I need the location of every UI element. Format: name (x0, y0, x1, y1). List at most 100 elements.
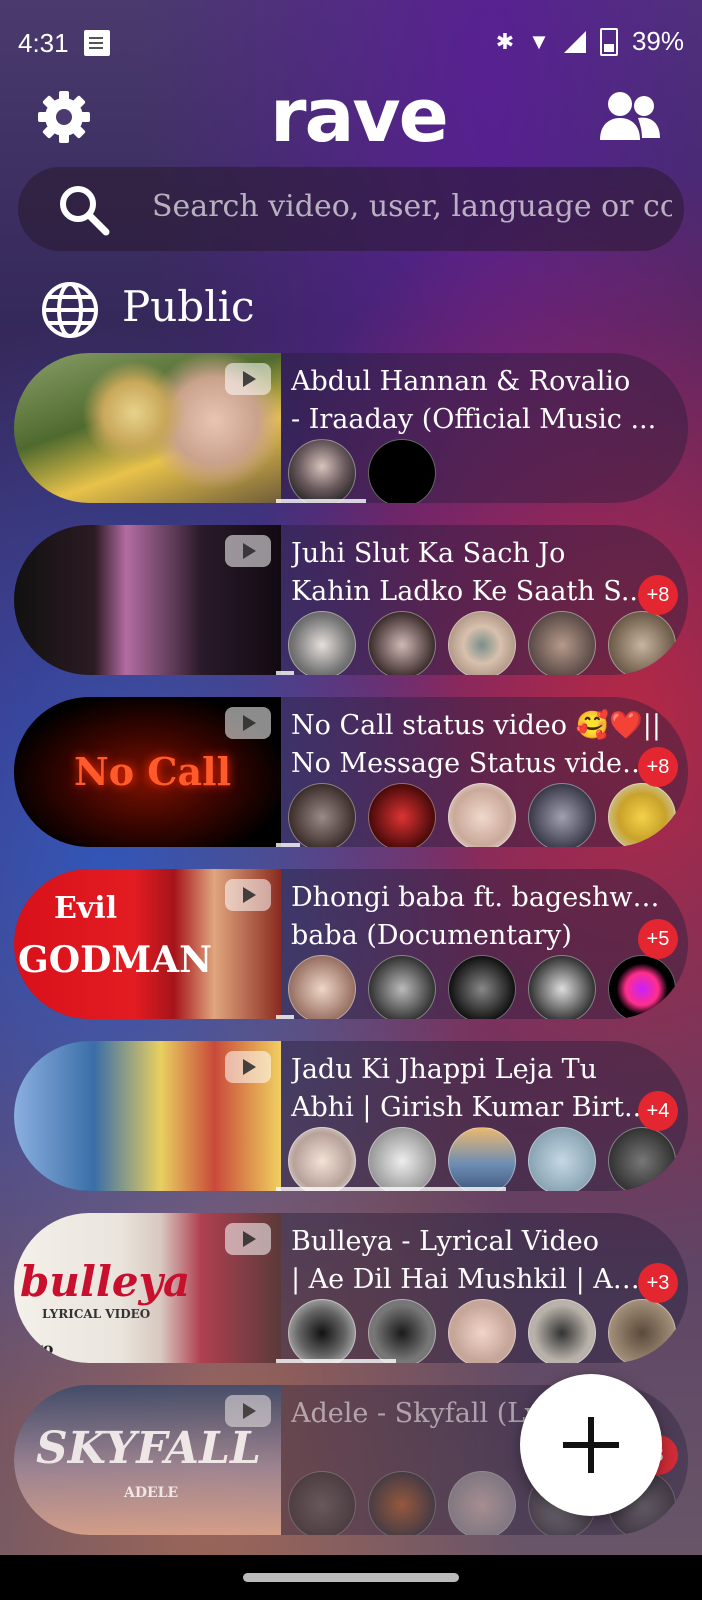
avatar[interactable] (448, 611, 516, 675)
thumbnail-text: GODMAN (18, 939, 213, 981)
avatar[interactable] (288, 1127, 356, 1191)
avatar[interactable] (528, 611, 596, 675)
video-card[interactable]: Evil GODMAN Dhongi baba ft. bageshwar ba… (14, 869, 688, 1019)
wifi-icon: ▼ (528, 28, 550, 54)
video-title-line: - Iraaday (Official Music ... (291, 404, 657, 435)
battery-percent: 39% (631, 26, 684, 56)
search-input[interactable]: Search video, user, language or cou (152, 189, 672, 224)
avatar[interactable] (528, 955, 596, 1019)
video-title-line: Abdul Hannan & Rovalio (291, 366, 631, 397)
video-title-line: No Message Status video... (291, 748, 661, 779)
avatar[interactable] (448, 955, 516, 1019)
more-viewers-badge[interactable]: +8 (638, 747, 678, 787)
signal-icon (563, 30, 586, 53)
avatar[interactable] (368, 611, 436, 675)
thumbnail-text: Evil (54, 891, 118, 926)
video-thumbnail[interactable]: SKYFALL ADELE (14, 1385, 281, 1535)
video-thumbnail[interactable]: No Call (14, 697, 281, 847)
avatar[interactable] (448, 1299, 516, 1363)
thumbnail-text: vevo (14, 1339, 54, 1358)
avatar[interactable] (528, 783, 596, 847)
video-card[interactable]: Juhi Slut Ka Sach Jo Kahin Ladko Ke Saat… (14, 525, 688, 675)
video-thumbnail[interactable] (14, 353, 281, 503)
avatar[interactable] (528, 1299, 596, 1363)
video-title-line: Abhi | Girish Kumar Birt... (291, 1092, 650, 1123)
home-handle[interactable] (243, 1573, 459, 1582)
thumbnail-text: bulleya (20, 1257, 191, 1306)
video-thumbnail[interactable]: bulleya LYRICAL VIDEO vevo (14, 1213, 281, 1363)
video-card[interactable]: Abdul Hannan & Rovalio - Iraaday (Offici… (14, 353, 688, 503)
viewer-avatars (288, 783, 676, 847)
avatar[interactable] (448, 1471, 516, 1535)
viewer-avatars (288, 611, 676, 675)
progress-bar (276, 1015, 294, 1019)
video-title-line: | Ae Dil Hai Mushkil | Am... (291, 1264, 661, 1295)
more-viewers-badge[interactable]: +5 (638, 919, 678, 959)
video-title-line: Dhongi baba ft. bageshwar (291, 882, 661, 913)
avatar[interactable] (368, 439, 436, 503)
avatar[interactable] (608, 783, 676, 847)
video-title-line: Juhi Slut Ka Sach Jo (291, 538, 566, 569)
video-title: Dhongi baba ft. bageshwar baba (Document… (291, 879, 661, 955)
video-card[interactable]: No Call No Call status video 🥰❤️|| No Me… (14, 697, 688, 847)
avatar[interactable] (288, 439, 356, 503)
section-title: Public (122, 282, 255, 331)
viewer-avatars (288, 1127, 676, 1191)
avatar[interactable] (448, 783, 516, 847)
avatar[interactable] (608, 611, 676, 675)
thumbnail-text: No Call (74, 749, 232, 794)
avatar[interactable] (528, 1127, 596, 1191)
video-title-line: baba (Documentary) (291, 920, 572, 951)
status-time: 4:31 (18, 28, 69, 58)
avatar[interactable] (608, 955, 676, 1019)
thumbnail-text: ADELE (124, 1485, 179, 1501)
navigation-bar (0, 1555, 702, 1600)
video-card[interactable]: Jadu Ki Jhappi Leja Tu Abhi | Girish Kum… (14, 1041, 688, 1191)
search-icon (60, 186, 110, 236)
progress-bar (276, 1187, 506, 1191)
video-title-line: Jadu Ki Jhappi Leja Tu (291, 1054, 598, 1085)
video-title: Abdul Hannan & Rovalio - Iraaday (Offici… (291, 363, 661, 439)
video-title: Juhi Slut Ka Sach Jo Kahin Ladko Ke Saat… (291, 535, 661, 611)
more-viewers-badge[interactable]: +8 (638, 575, 678, 615)
youtube-icon (225, 535, 271, 567)
status-icons: ✱ ▼ 39% (496, 26, 684, 57)
search-bar[interactable]: Search video, user, language or cou (18, 167, 684, 251)
video-title: Jadu Ki Jhappi Leja Tu Abhi | Girish Kum… (291, 1051, 661, 1127)
video-thumbnail[interactable] (14, 525, 281, 675)
video-title-line: Kahin Ladko Ke Saath S... (291, 576, 647, 607)
avatar[interactable] (288, 783, 356, 847)
youtube-icon (225, 1223, 271, 1255)
avatar[interactable] (368, 955, 436, 1019)
youtube-icon (225, 363, 271, 395)
progress-bar (276, 671, 294, 675)
bluetooth-icon: ✱ (495, 28, 515, 54)
avatar[interactable] (368, 1127, 436, 1191)
avatar[interactable] (608, 1299, 676, 1363)
video-title-line: Bulleya - Lyrical Video (291, 1226, 599, 1257)
more-viewers-badge[interactable]: +3 (638, 1263, 678, 1303)
video-thumbnail[interactable]: Evil GODMAN (14, 869, 281, 1019)
avatar[interactable] (608, 1127, 676, 1191)
more-viewers-badge[interactable]: +4 (638, 1091, 678, 1131)
battery-icon (599, 27, 618, 56)
avatar[interactable] (288, 611, 356, 675)
progress-bar (276, 843, 300, 847)
viewer-avatars (288, 439, 436, 503)
document-icon (84, 30, 110, 56)
gear-icon[interactable] (36, 89, 92, 145)
avatar[interactable] (368, 1299, 436, 1363)
avatar[interactable] (288, 955, 356, 1019)
youtube-icon (225, 707, 271, 739)
video-thumbnail[interactable] (14, 1041, 281, 1191)
avatar[interactable] (288, 1471, 356, 1535)
add-room-button[interactable] (520, 1374, 662, 1516)
avatar[interactable] (368, 783, 436, 847)
avatar[interactable] (288, 1299, 356, 1363)
avatar[interactable] (448, 1127, 516, 1191)
video-card[interactable]: bulleya LYRICAL VIDEO vevo Bulleya - Lyr… (14, 1213, 688, 1363)
top-bar: rave (0, 79, 702, 156)
thumbnail-text: SKYFALL (36, 1423, 261, 1474)
people-icon[interactable] (598, 88, 662, 144)
avatar[interactable] (368, 1471, 436, 1535)
